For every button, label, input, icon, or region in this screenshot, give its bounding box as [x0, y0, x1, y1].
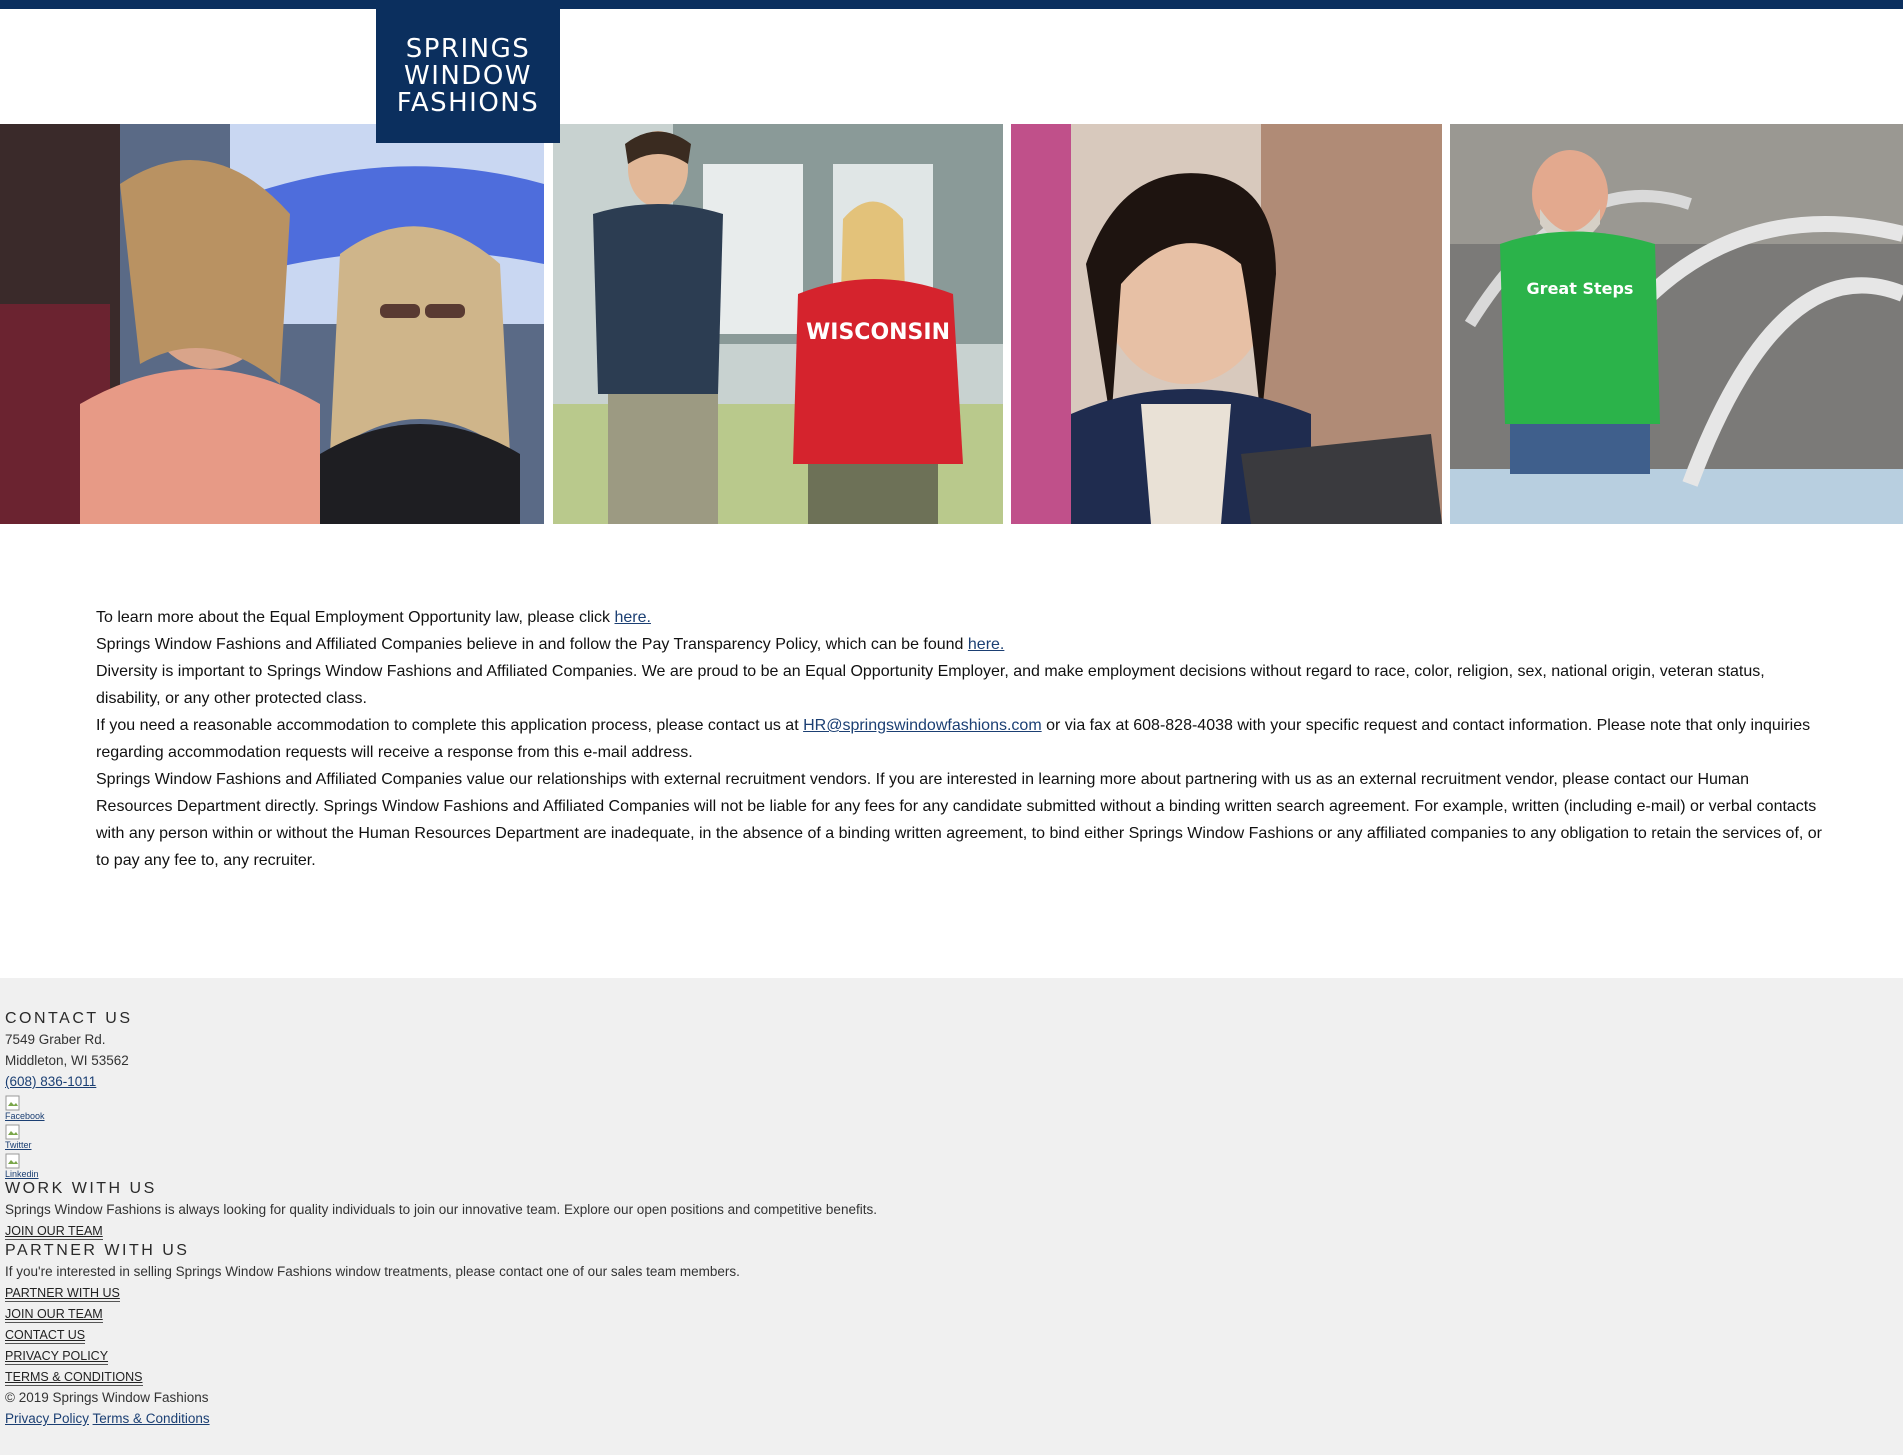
logo-line-3: FASHIONS — [396, 87, 540, 118]
svg-text:Great Steps: Great Steps — [1527, 279, 1634, 298]
photo-students-walking: WISCONSIN — [553, 124, 1003, 524]
top-bar — [0, 0, 1903, 9]
hero-photo-strip: WISCONSIN Great Steps — [0, 124, 1903, 524]
phone-link[interactable]: (608) 836-1011 — [5, 1074, 96, 1089]
photo-smiling-woman — [1011, 124, 1442, 524]
address-line-1: 7549 Graber Rd. — [5, 1032, 106, 1047]
footer-nav-privacy[interactable]: PRIVACY POLICY — [5, 1348, 109, 1365]
pay-transparency-link[interactable]: here. — [968, 636, 1004, 653]
logo-line-1: SPRINGS — [405, 33, 531, 64]
broken-image-icon — [5, 1153, 20, 1169]
partner-text: If you're interested in selling Springs … — [5, 1264, 740, 1279]
eeo-content: To learn more about the Equal Employment… — [96, 604, 1826, 874]
work-heading: WORK WITH US — [5, 1180, 157, 1197]
linkedin-label: Linkedin — [5, 1169, 39, 1179]
linkedin-link[interactable]: Linkedin — [5, 1153, 877, 1179]
terms-conditions-link[interactable]: Terms & Conditions — [93, 1411, 210, 1426]
logo-line-2: WINDOW — [403, 60, 533, 91]
photo-team-meeting — [0, 124, 544, 524]
footer-nav-contact[interactable]: CONTACT US — [5, 1327, 86, 1344]
pay-transparency-paragraph: Springs Window Fashions and Affiliated C… — [96, 636, 1005, 653]
svg-text:WISCONSIN: WISCONSIN — [806, 320, 950, 345]
photo-factory-worker: Great Steps — [1450, 124, 1903, 524]
hr-email-link[interactable]: HR@springswindowfashions.com — [803, 717, 1042, 734]
footer-nav-terms[interactable]: TERMS & CONDITIONS — [5, 1369, 143, 1386]
contact-heading: CONTACT US — [5, 1010, 133, 1027]
recruitment-vendors-paragraph: Springs Window Fashions and Affiliated C… — [96, 771, 1823, 869]
springs-window-fashions-logo[interactable]: SPRINGS WINDOW FASHIONS — [376, 9, 560, 143]
twitter-link[interactable]: Twitter — [5, 1124, 877, 1150]
broken-image-icon — [5, 1095, 20, 1111]
join-our-team-button[interactable]: JOIN OUR TEAM — [5, 1223, 103, 1240]
footer-nav-join[interactable]: JOIN OUR TEAM — [5, 1306, 103, 1323]
twitter-label: Twitter — [5, 1140, 32, 1150]
footer-content: CONTACT US 7549 Graber Rd. Middleton, WI… — [5, 1009, 877, 1429]
privacy-policy-link[interactable]: Privacy Policy — [5, 1411, 89, 1426]
partner-heading: PARTNER WITH US — [5, 1242, 190, 1259]
broken-image-icon — [5, 1124, 20, 1140]
work-text: Springs Window Fashions is always lookin… — [5, 1202, 877, 1217]
eeo-paragraph: To learn more about the Equal Employment… — [96, 609, 651, 626]
facebook-label: Facebook — [5, 1111, 45, 1121]
accommodation-paragraph: If you need a reasonable accommodation t… — [96, 717, 1811, 761]
footer-nav: PARTNER WITH US JOIN OUR TEAM CONTACT US… — [5, 1282, 877, 1387]
legal-links: Privacy Policy Terms & Conditions — [5, 1408, 877, 1429]
address-line-2: Middleton, WI 53562 — [5, 1053, 129, 1068]
diversity-paragraph: Diversity is important to Springs Window… — [96, 663, 1765, 707]
footer-nav-partner[interactable]: PARTNER WITH US — [5, 1285, 120, 1302]
facebook-link[interactable]: Facebook — [5, 1095, 877, 1121]
eeo-law-link[interactable]: here. — [615, 609, 651, 626]
copyright: © 2019 Springs Window Fashions — [5, 1390, 209, 1405]
site-footer: CONTACT US 7549 Graber Rd. Middleton, WI… — [0, 978, 1903, 1455]
